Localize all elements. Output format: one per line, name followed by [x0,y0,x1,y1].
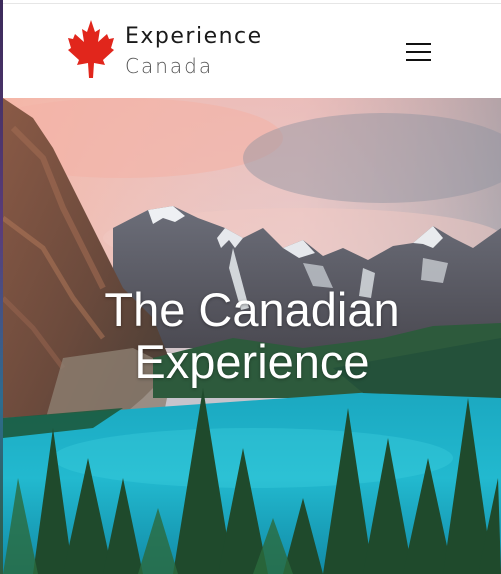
hamburger-menu-icon[interactable] [403,40,435,64]
site-header: Experience Canada [3,3,501,99]
window-edge [0,0,3,574]
logo-text-experience: Experience [125,24,263,49]
hero-banner: The Canadian Experience [3,98,501,574]
hero-title-line1: The Canadian [104,283,400,336]
hero-title: The Canadian Experience [3,284,501,388]
maple-leaf-icon [68,20,114,78]
logo-text-canada: Canada [125,54,214,78]
hero-title-line2: Experience [134,335,370,388]
site-logo[interactable]: Experience Canada [67,16,267,86]
